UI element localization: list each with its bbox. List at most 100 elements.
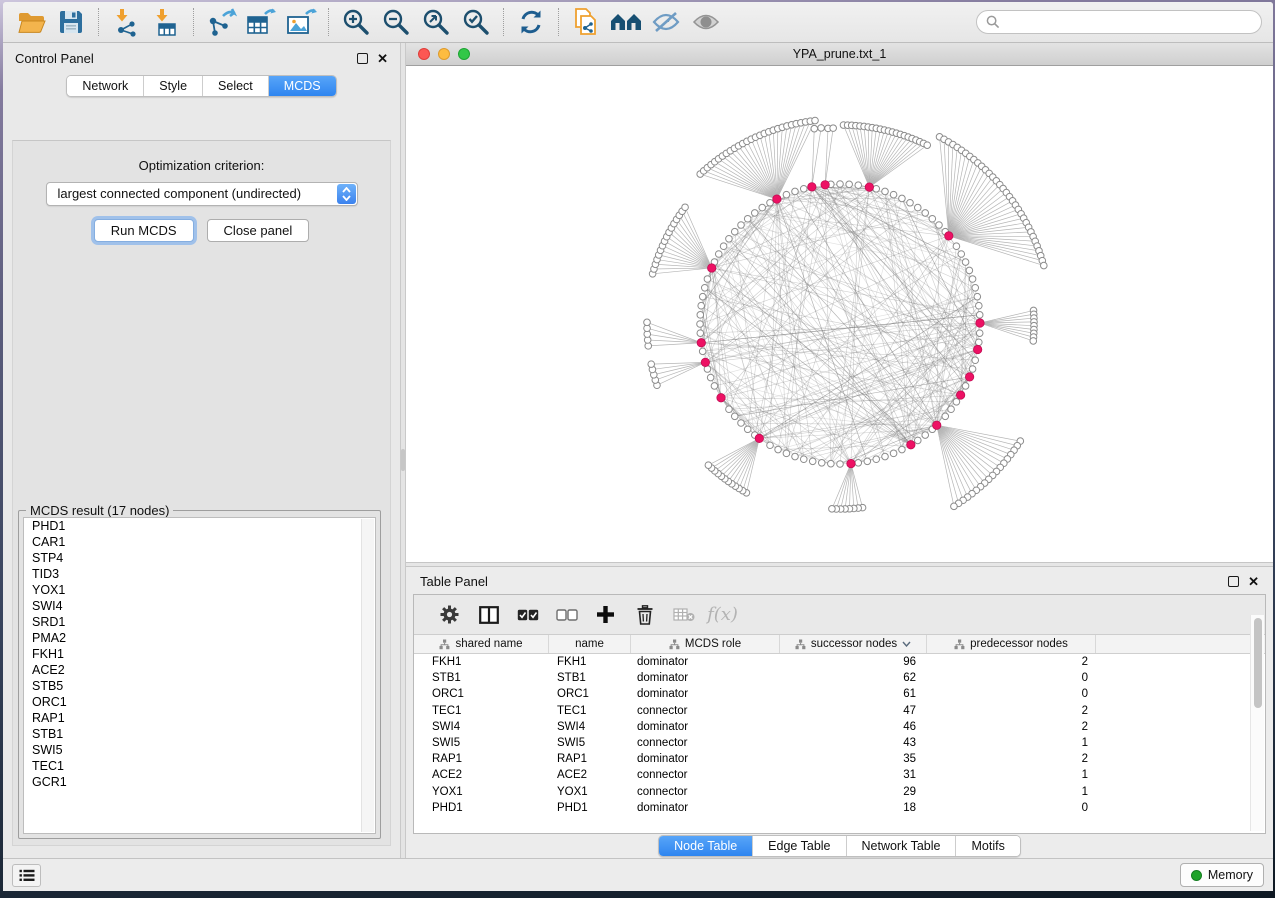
delete-table-icon[interactable]: [664, 599, 703, 631]
export-network-icon[interactable]: [201, 5, 241, 39]
result-node-item[interactable]: PMA2: [24, 630, 375, 646]
result-node-item[interactable]: YOX1: [24, 582, 375, 598]
result-node-item[interactable]: CAR1: [24, 534, 375, 550]
table-row[interactable]: ACE2ACE2connector311: [414, 767, 1265, 783]
tab-select[interactable]: Select: [202, 76, 268, 96]
table-row[interactable]: TEC1TEC1connector472: [414, 703, 1265, 719]
export-table-icon[interactable]: [241, 5, 281, 39]
float-table-panel-icon[interactable]: [1228, 576, 1239, 587]
dominator-node[interactable]: [973, 345, 981, 353]
table-row[interactable]: YOX1YOX1connector291: [414, 784, 1265, 800]
hide-selected-icon[interactable]: [646, 5, 686, 39]
dominator-node[interactable]: [717, 394, 725, 402]
result-node-item[interactable]: SWI4: [24, 598, 375, 614]
run-mcds-button[interactable]: Run MCDS: [94, 219, 194, 242]
close-panel-button[interactable]: Close panel: [207, 219, 310, 242]
dominator-node[interactable]: [907, 441, 915, 449]
show-all-icon[interactable]: [686, 5, 726, 39]
splitter-grip[interactable]: [401, 449, 405, 471]
dominator-node[interactable]: [697, 339, 705, 347]
table-row[interactable]: ORC1ORC1dominator610: [414, 686, 1265, 702]
table-tab-network-table[interactable]: Network Table: [846, 836, 956, 856]
save-session-icon[interactable]: [51, 5, 91, 39]
zoom-fit-icon[interactable]: [416, 5, 456, 39]
split-columns-icon[interactable]: [469, 599, 508, 631]
result-node-item[interactable]: STB1: [24, 726, 375, 742]
result-node-item[interactable]: TID3: [24, 566, 375, 582]
open-file-icon[interactable]: [11, 5, 51, 39]
dominator-node[interactable]: [701, 358, 709, 366]
delete-column-icon[interactable]: [625, 599, 664, 631]
dominator-node[interactable]: [808, 183, 816, 191]
network-search-box[interactable]: [976, 10, 1262, 34]
dominator-node[interactable]: [755, 434, 763, 442]
table-row[interactable]: STB1STB1dominator620: [414, 670, 1265, 686]
table-row[interactable]: RAP1RAP1dominator352: [414, 751, 1265, 767]
memory-button[interactable]: Memory: [1180, 863, 1264, 887]
dominator-node[interactable]: [933, 421, 941, 429]
task-history-button[interactable]: [12, 864, 41, 887]
optimization-criterion-select[interactable]: largest connected component (undirected): [46, 182, 358, 206]
table-scrollbar[interactable]: [1250, 615, 1264, 831]
result-node-item[interactable]: GCR1: [24, 774, 375, 790]
table-tab-motifs[interactable]: Motifs: [955, 836, 1019, 856]
zoom-in-icon[interactable]: [336, 5, 376, 39]
select-all-rows-icon[interactable]: [508, 599, 547, 631]
result-node-item[interactable]: ORC1: [24, 694, 375, 710]
column-header-name[interactable]: name: [549, 635, 631, 653]
result-node-item[interactable]: STP4: [24, 550, 375, 566]
tab-mcds[interactable]: MCDS: [268, 76, 336, 96]
import-table-icon[interactable]: [146, 5, 186, 39]
dominator-node[interactable]: [976, 319, 984, 327]
result-node-item[interactable]: TEC1: [24, 758, 375, 774]
table-row[interactable]: SWI5SWI5connector431: [414, 735, 1265, 751]
first-neighbors-icon[interactable]: [606, 5, 646, 39]
dominator-node[interactable]: [773, 195, 781, 203]
mcds-result-list[interactable]: PHD1CAR1STP4TID3YOX1SWI4SRD1PMA2FKH1ACE2…: [23, 517, 376, 834]
table-row[interactable]: PHD1PHD1dominator180: [414, 800, 1265, 816]
close-panel-icon[interactable]: ✕: [377, 53, 388, 64]
table-scrollbar-thumb[interactable]: [1254, 618, 1262, 708]
result-node-item[interactable]: FKH1: [24, 646, 375, 662]
result-node-item[interactable]: SRD1: [24, 614, 375, 630]
search-input[interactable]: [1005, 15, 1252, 29]
copy-network-icon[interactable]: [566, 5, 606, 39]
window-zoom-icon[interactable]: [458, 48, 470, 60]
network-graph[interactable]: [406, 66, 1272, 562]
result-node-item[interactable]: SWI5: [24, 742, 375, 758]
result-node-item[interactable]: RAP1: [24, 710, 375, 726]
column-header-shared-name[interactable]: shared name: [414, 635, 549, 653]
export-image-icon[interactable]: [281, 5, 321, 39]
network-canvas[interactable]: [406, 66, 1273, 562]
zoom-selected-icon[interactable]: [456, 5, 496, 39]
dominator-node[interactable]: [708, 264, 716, 272]
deselect-all-rows-icon[interactable]: [547, 599, 586, 631]
table-tab-node-table[interactable]: Node Table: [659, 836, 752, 856]
table-row[interactable]: SWI4SWI4dominator462: [414, 719, 1265, 735]
network-window-titlebar[interactable]: YPA_prune.txt_1: [406, 43, 1273, 66]
table-tab-edge-table[interactable]: Edge Table: [752, 836, 845, 856]
dominator-node[interactable]: [821, 181, 829, 189]
refresh-layout-icon[interactable]: [511, 5, 551, 39]
column-header-successor-nodes[interactable]: successor nodes: [780, 635, 927, 653]
table-settings-icon[interactable]: [430, 599, 469, 631]
import-network-icon[interactable]: [106, 5, 146, 39]
close-table-panel-icon[interactable]: ✕: [1248, 576, 1259, 587]
tab-network[interactable]: Network: [67, 76, 143, 96]
result-node-item[interactable]: PHD1: [24, 518, 375, 534]
sort-descending-icon[interactable]: [902, 641, 911, 647]
tab-style[interactable]: Style: [143, 76, 202, 96]
result-node-item[interactable]: STB5: [24, 678, 375, 694]
window-minimize-icon[interactable]: [438, 48, 450, 60]
dominator-node[interactable]: [956, 391, 964, 399]
window-close-icon[interactable]: [418, 48, 430, 60]
column-header-MCDS-role[interactable]: MCDS role: [631, 635, 780, 653]
function-builder-icon[interactable]: f(x): [703, 599, 742, 631]
add-column-icon[interactable]: [586, 599, 625, 631]
zoom-out-icon[interactable]: [376, 5, 416, 39]
column-header-predecessor-nodes[interactable]: predecessor nodes: [927, 635, 1096, 653]
table-row[interactable]: FKH1FKH1dominator962: [414, 654, 1265, 670]
result-node-item[interactable]: ACE2: [24, 662, 375, 678]
dominator-node[interactable]: [965, 373, 973, 381]
dominator-node[interactable]: [945, 232, 953, 240]
